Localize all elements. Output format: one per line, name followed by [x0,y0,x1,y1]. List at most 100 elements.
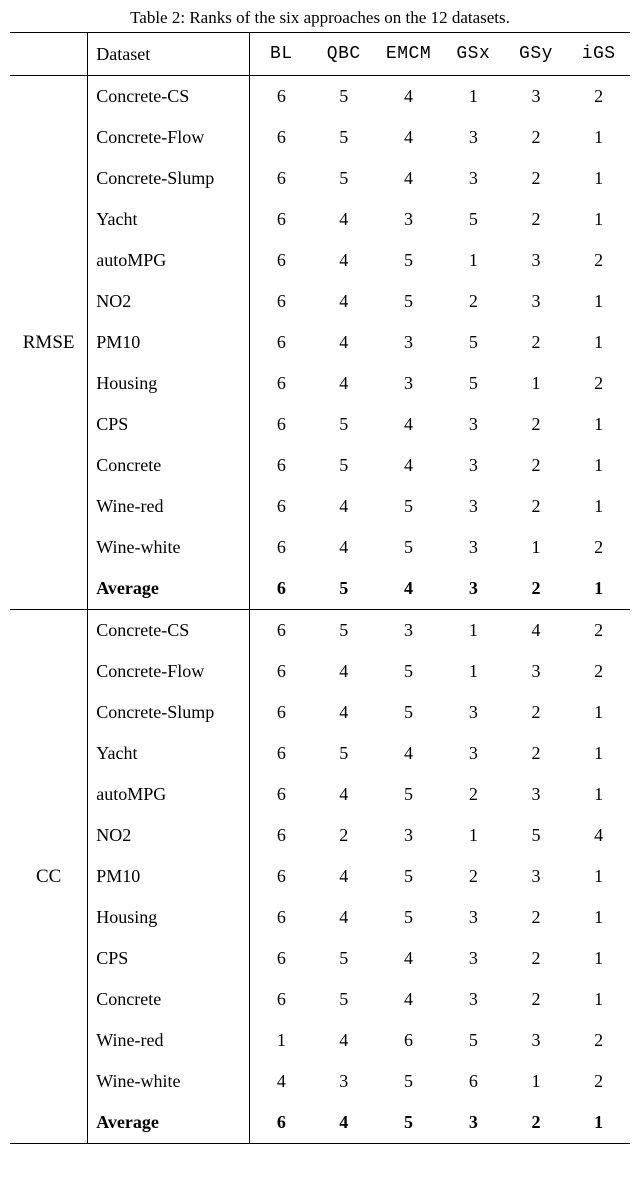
header-col: QBC [312,33,375,76]
table-row: autoMPG645132 [10,240,630,281]
value-cell: 5 [375,1061,442,1102]
value-cell: 3 [442,938,505,979]
value-cell: 2 [567,610,630,652]
value-cell: 6 [250,527,313,568]
value-cell: 2 [505,199,568,240]
table-row: CCConcrete-CS653142 [10,610,630,652]
table-caption: Table 2: Ranks of the six approaches on … [10,8,630,28]
table-row: Yacht654321 [10,733,630,774]
value-cell: 4 [375,76,442,118]
average-value: 3 [442,568,505,610]
value-cell: 4 [312,1020,375,1061]
header-dataset: Dataset [88,33,250,76]
table-row: Concrete-Flow645132 [10,651,630,692]
table-row: Wine-white435612 [10,1061,630,1102]
value-cell: 6 [250,322,313,363]
value-cell: 5 [312,733,375,774]
value-cell: 4 [250,1061,313,1102]
value-cell: 4 [375,445,442,486]
value-cell: 5 [312,938,375,979]
average-value: 3 [442,1102,505,1144]
dataset-cell: autoMPG [88,240,250,281]
value-cell: 3 [442,979,505,1020]
dataset-cell: Concrete [88,979,250,1020]
value-cell: 4 [375,158,442,199]
value-cell: 1 [567,322,630,363]
value-cell: 4 [312,774,375,815]
value-cell: 5 [375,240,442,281]
value-cell: 6 [250,404,313,445]
value-cell: 3 [442,897,505,938]
value-cell: 3 [312,1061,375,1102]
table-row: Housing645321 [10,897,630,938]
value-cell: 5 [375,774,442,815]
dataset-cell: NO2 [88,281,250,322]
value-cell: 2 [442,856,505,897]
table-row: PM10643521 [10,322,630,363]
average-value: 1 [567,1102,630,1144]
value-cell: 6 [250,938,313,979]
value-cell: 1 [567,856,630,897]
dataset-cell: Concrete-Slump [88,158,250,199]
value-cell: 3 [505,76,568,118]
value-cell: 5 [375,692,442,733]
dataset-cell: Housing [88,363,250,404]
value-cell: 5 [312,610,375,652]
value-cell: 4 [375,404,442,445]
dataset-cell: Yacht [88,199,250,240]
dataset-cell: Concrete [88,445,250,486]
value-cell: 3 [505,1020,568,1061]
table-row: Yacht643521 [10,199,630,240]
value-cell: 5 [375,281,442,322]
value-cell: 1 [567,938,630,979]
value-cell: 5 [375,651,442,692]
value-cell: 4 [375,979,442,1020]
value-cell: 4 [312,897,375,938]
average-value: 2 [505,1102,568,1144]
value-cell: 2 [505,897,568,938]
table-row: RMSEConcrete-CS654132 [10,76,630,118]
value-cell: 1 [567,281,630,322]
dataset-cell: Concrete-Flow [88,651,250,692]
value-cell: 5 [312,158,375,199]
header-col: BL [250,33,313,76]
table-row: Wine-red645321 [10,486,630,527]
table-row: PM10645231 [10,856,630,897]
value-cell: 4 [312,240,375,281]
value-cell: 3 [442,692,505,733]
value-cell: 3 [375,322,442,363]
value-cell: 6 [250,158,313,199]
header-col: iGS [567,33,630,76]
table-row: Housing643512 [10,363,630,404]
value-cell: 2 [505,486,568,527]
value-cell: 4 [312,486,375,527]
value-cell: 5 [442,199,505,240]
average-value: 6 [250,568,313,610]
value-cell: 2 [505,158,568,199]
value-cell: 1 [567,733,630,774]
table-row: Wine-red146532 [10,1020,630,1061]
value-cell: 6 [442,1061,505,1102]
average-value: 1 [567,568,630,610]
group-label: RMSE [10,76,88,610]
value-cell: 1 [567,199,630,240]
table-row: Wine-white645312 [10,527,630,568]
value-cell: 1 [567,486,630,527]
dataset-cell: Wine-red [88,486,250,527]
value-cell: 5 [312,445,375,486]
value-cell: 5 [375,486,442,527]
value-cell: 4 [312,856,375,897]
value-cell: 3 [505,240,568,281]
value-cell: 5 [375,527,442,568]
value-cell: 4 [312,651,375,692]
value-cell: 1 [505,1061,568,1102]
value-cell: 6 [250,979,313,1020]
header-blank [10,33,88,76]
value-cell: 3 [442,404,505,445]
value-cell: 4 [312,692,375,733]
value-cell: 4 [567,815,630,856]
average-label: Average [88,568,250,610]
table-row: CPS654321 [10,938,630,979]
value-cell: 2 [505,979,568,1020]
value-cell: 2 [567,363,630,404]
